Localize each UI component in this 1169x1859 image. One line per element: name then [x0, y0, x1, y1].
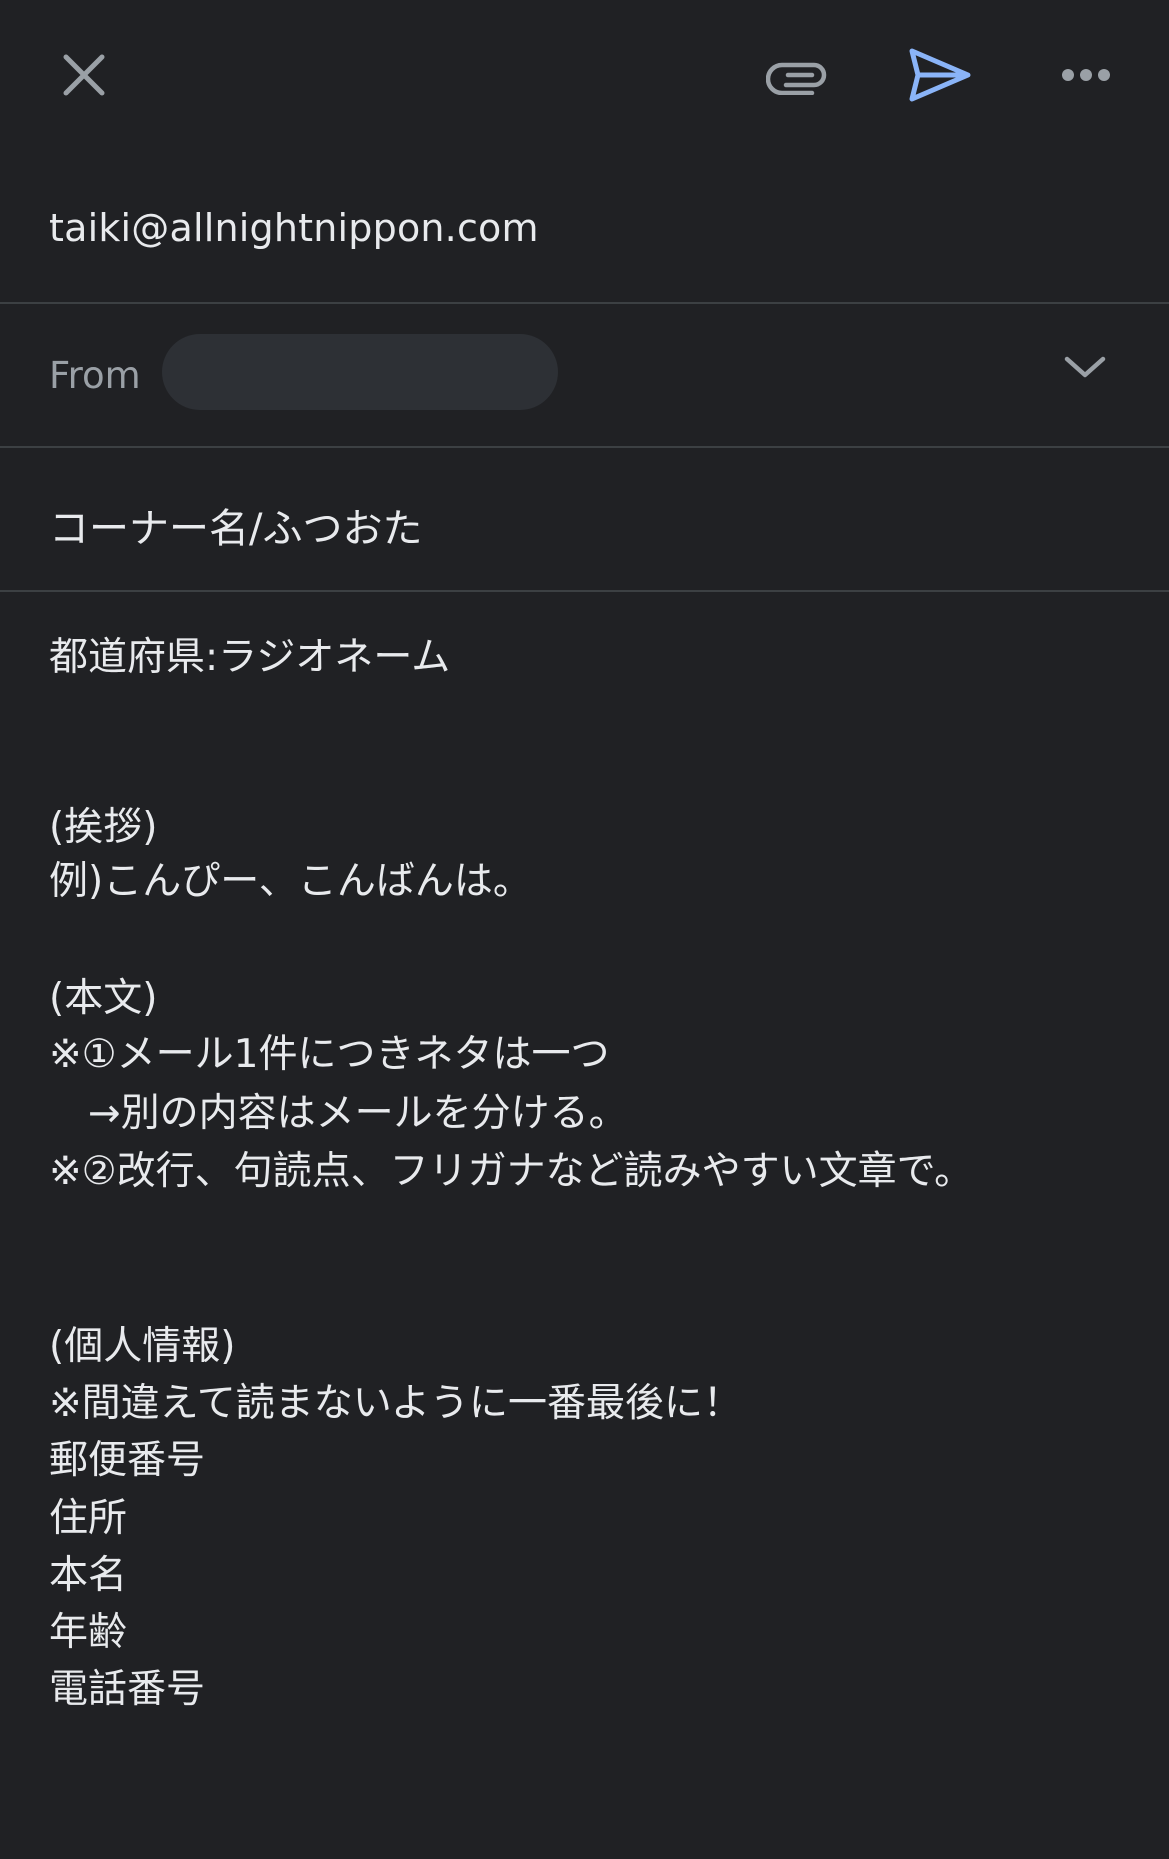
subject-input[interactable]: コーナー名/ふつおた: [49, 496, 422, 554]
body-line: ※間違えて読まないように一番最後に！: [49, 1381, 742, 1426]
body-line: (挨拶): [49, 805, 158, 850]
body-line: 都道府県:ラジオネーム: [49, 635, 451, 680]
paperclip-icon: [766, 55, 830, 95]
body-line: ※①メール1件につきネタは一つ: [49, 1032, 610, 1077]
from-field-row: From: [0, 304, 1169, 448]
more-horizontal-icon: [1060, 67, 1112, 83]
compose-toolbar: [0, 0, 1169, 150]
body-line: 電話番号: [49, 1667, 206, 1712]
body-line: 本名: [49, 1553, 128, 1598]
body-line: 住所: [49, 1496, 128, 1541]
body-line: 例)こんぴー、こんばんは。: [49, 859, 532, 904]
body-line: 郵便番号: [49, 1438, 206, 1483]
more-options-button[interactable]: [1041, 30, 1131, 120]
body-line: (本文): [49, 976, 158, 1021]
to-recipient[interactable]: taiki@allnightnippon.com: [49, 206, 539, 250]
from-label: From: [49, 354, 141, 397]
body-line: 年齢: [49, 1610, 128, 1655]
close-button[interactable]: [39, 30, 129, 120]
body-line: →別の内容はメールを分ける。: [49, 1091, 628, 1136]
attach-button[interactable]: [753, 30, 843, 120]
send-icon: [908, 47, 972, 103]
body-line: (個人情報): [49, 1324, 236, 1369]
close-icon: [60, 51, 108, 99]
to-field-row[interactable]: taiki@allnightnippon.com: [0, 160, 1169, 304]
send-button[interactable]: [895, 30, 985, 120]
chevron-down-icon: [1063, 353, 1107, 385]
from-account-chip[interactable]: [162, 334, 558, 410]
body-line: ※②改行、句読点、フリガナなど読みやすい文章で。: [49, 1149, 974, 1194]
from-dropdown-button[interactable]: [1060, 344, 1110, 394]
subject-field-row[interactable]: コーナー名/ふつおた: [0, 448, 1169, 592]
message-body[interactable]: 都道府県:ラジオネーム (挨拶) 例)こんぴー、こんばんは。 (本文) ※①メー…: [49, 625, 1129, 1825]
